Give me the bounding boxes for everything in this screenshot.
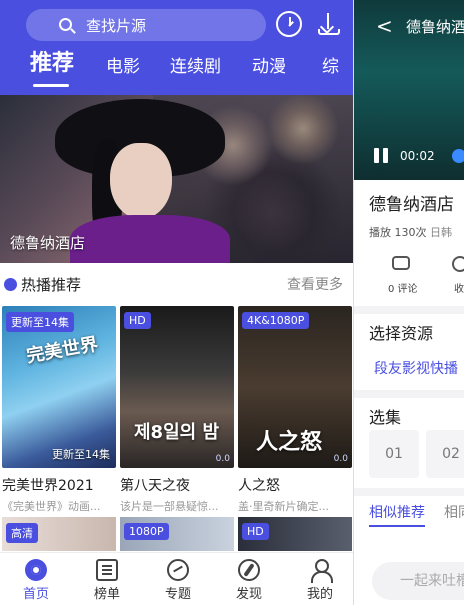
favorite-icon[interactable] (452, 256, 464, 272)
user-icon (309, 559, 333, 583)
nav-me[interactable]: 我的 (294, 559, 346, 602)
card-title: 第八天之夜 (120, 478, 190, 494)
status-badge: HD (124, 312, 151, 329)
download-icon[interactable] (316, 11, 342, 37)
banner-caption: 德鲁纳酒店 (10, 234, 86, 252)
status-badge: HD (242, 523, 269, 540)
video-card[interactable]: 更新至14集 完美世界 更新至14集 完美世界2021 《完美世界》动画... (2, 306, 116, 514)
nav-rank[interactable]: 榜单 (81, 559, 133, 602)
active-tab-indicator (33, 84, 69, 87)
tab-series[interactable]: 连续剧 (170, 53, 221, 81)
poster-title: 제8일의 밤 (134, 422, 220, 443)
card-subtitle: 《完美世界》动画... (2, 500, 101, 513)
video-card[interactable]: 1080P (120, 517, 234, 551)
region: 日韩 (430, 226, 452, 239)
card-title: 人之怒 (238, 478, 280, 494)
status-badge: 高清 (6, 523, 38, 543)
pause-icon[interactable] (374, 148, 388, 163)
tab-similar[interactable]: 相似推荐 (369, 502, 425, 522)
search-placeholder: 查找片源 (86, 16, 147, 35)
video-player[interactable]: < 德鲁纳酒 00:02 (354, 0, 464, 180)
screen: 查找片源 推荐 电影 连续剧 动漫 综 德鲁纳酒店 热播推荐 查看更多 更新至1… (0, 0, 464, 605)
bullet-icon (4, 278, 17, 291)
comment-icon[interactable] (392, 256, 410, 270)
play-count: 播放 130次 (369, 226, 427, 239)
card-subtitle: 该片是一部悬疑惊... (120, 500, 219, 513)
episode-heading: 选集 (369, 408, 402, 427)
list-icon (96, 559, 118, 581)
status-badge: 1080P (124, 523, 169, 540)
divider (354, 306, 464, 314)
source-option[interactable]: 段友影视快播 (374, 358, 458, 378)
home-page: 查找片源 推荐 电影 连续剧 动漫 综 德鲁纳酒店 热播推荐 查看更多 更新至1… (0, 0, 353, 605)
poster-image: 4K&1080P 人之怒 0.0 (238, 306, 352, 468)
video-card[interactable]: 高清 (2, 517, 116, 551)
current-time: 00:02 (400, 149, 435, 163)
poster-title: 人之怒 (256, 430, 323, 455)
nav-label: 首页 (22, 587, 49, 602)
poster-image: HD 제8일의 밤 0.0 (120, 306, 234, 468)
update-note: 更新至14集 (52, 448, 110, 461)
video-card[interactable]: HD (238, 517, 352, 551)
status-badge: 4K&1080P (242, 312, 310, 329)
poster-mark: 0.0 (333, 454, 348, 464)
nav-label: 专题 (164, 587, 191, 602)
episode-button[interactable]: 01 (369, 430, 419, 478)
comment-input[interactable]: 一起来吐槽 (372, 562, 464, 600)
see-more-link[interactable]: 查看更多 (287, 274, 343, 294)
nav-label: 发现 (235, 587, 262, 602)
poster-image: 更新至14集 完美世界 更新至14集 (2, 306, 116, 468)
back-icon[interactable]: < (376, 14, 393, 38)
video-card[interactable]: 4K&1080P 人之怒 0.0 人之怒 盖·里奇新片确定... (238, 306, 352, 514)
nav-label: 榜单 (93, 587, 120, 602)
tab-anime[interactable]: 动漫 (252, 53, 286, 81)
search-input[interactable]: 查找片源 (26, 9, 266, 41)
section-title: 热播推荐 (4, 274, 81, 295)
banner-face (110, 143, 172, 219)
section-title-text: 热播推荐 (21, 276, 82, 294)
video-card[interactable]: HD 제8일의 밤 0.0 第八天之夜 该片是一部悬疑惊... (120, 306, 234, 514)
search-icon (59, 18, 72, 31)
bottom-nav: 首页 榜单 专题 发现 我的 (0, 552, 353, 605)
compass-icon (167, 559, 189, 581)
clock-icon[interactable] (276, 11, 302, 37)
video-title: 德鲁纳酒店 (369, 195, 454, 215)
tab-movie[interactable]: 电影 (106, 53, 140, 81)
nav-topic[interactable]: 专题 (152, 559, 204, 602)
divider (354, 390, 464, 398)
nav-label: 我的 (306, 587, 333, 602)
featured-banner[interactable]: 德鲁纳酒店 (0, 95, 353, 263)
banner-dress (70, 215, 230, 263)
video-meta: 播放 130次 日韩 (369, 224, 452, 240)
tab-same[interactable]: 相同 (444, 502, 464, 522)
status-badge: 更新至14集 (6, 312, 74, 332)
active-tab-indicator (369, 525, 425, 527)
nav-discover[interactable]: 发现 (223, 559, 275, 602)
player-title: 德鲁纳酒 (406, 18, 464, 36)
poster-mark: 0.0 (215, 454, 230, 464)
card-subtitle: 盖·里奇新片确定... (238, 500, 329, 513)
episode-button[interactable]: 02 (426, 430, 464, 478)
detail-page: < 德鲁纳酒 00:02 德鲁纳酒店 播放 130次 日韩 0 评论 收 选择资… (353, 0, 464, 605)
poster-title: 完美世界 (24, 333, 100, 368)
discover-icon (238, 559, 260, 581)
top-header: 查找片源 推荐 电影 连续剧 动漫 综 (0, 0, 353, 95)
divider (354, 488, 464, 496)
home-icon (25, 559, 47, 581)
nav-home[interactable]: 首页 (10, 559, 62, 602)
card-title: 完美世界2021 (2, 478, 94, 494)
progress-handle[interactable] (452, 149, 464, 163)
favorite-label: 收 (454, 284, 464, 295)
tab-recommend[interactable]: 推荐 (30, 50, 74, 78)
comment-count: 0 评论 (388, 284, 418, 295)
source-heading: 选择资源 (369, 324, 434, 343)
tab-variety[interactable]: 综 (322, 53, 339, 81)
